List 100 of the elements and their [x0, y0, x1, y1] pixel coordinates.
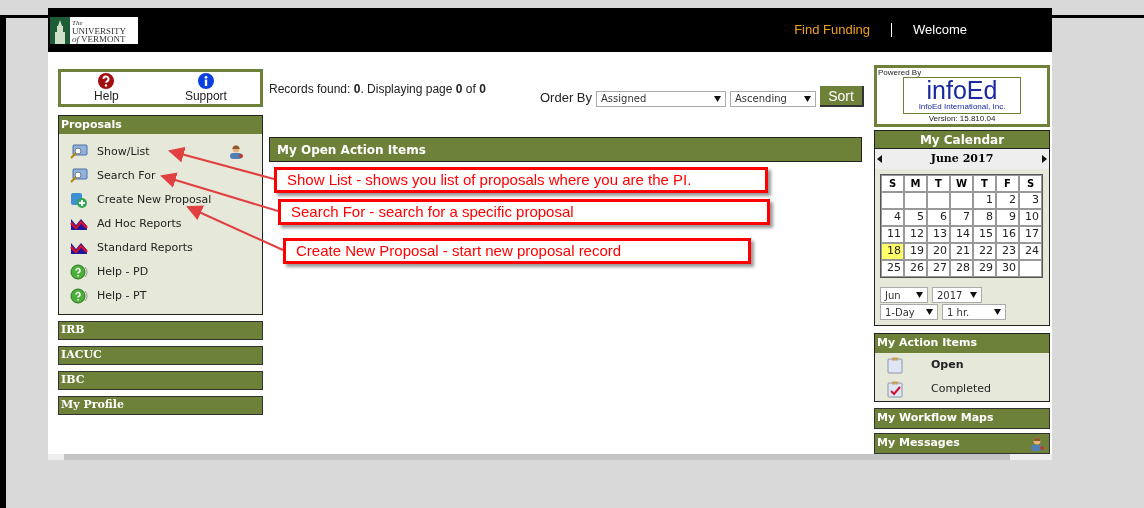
weekday-label: S [1019, 175, 1042, 192]
order-select[interactable]: Assigned [596, 90, 726, 107]
calendar-header: My Calendar [874, 130, 1050, 149]
calendar-day[interactable]: 27 [927, 260, 950, 277]
panel-header[interactable]: Proposals [59, 116, 262, 134]
weekday-label: F [996, 175, 1019, 192]
weekday-label: M [904, 175, 927, 192]
panel-header[interactable]: My Action Items [875, 334, 1049, 353]
help-icon [70, 288, 88, 304]
weekday-label: T [973, 175, 996, 192]
next-month-icon[interactable] [1042, 155, 1047, 163]
dropdown-arrow-icon [926, 309, 933, 315]
calendar-day[interactable]: 8 [973, 209, 996, 226]
panel-header[interactable]: My Workflow Maps [874, 408, 1050, 429]
sort-button[interactable]: Sort [820, 86, 864, 108]
dropdown-arrow-icon [994, 309, 1001, 315]
calendar-day[interactable]: 3 [1019, 192, 1042, 209]
panel-title: My Workflow Maps [877, 410, 994, 427]
help-icon [70, 264, 88, 280]
calendar-day[interactable]: 29 [973, 260, 996, 277]
clipboard-icon [887, 356, 903, 374]
calendar-day[interactable]: 1 [973, 192, 996, 209]
menu-link[interactable]: Show/List [97, 143, 150, 161]
menu-link[interactable]: Standard Reports [97, 239, 193, 257]
dropdown-arrow-icon [970, 292, 977, 298]
calendar-day[interactable]: 12 [904, 226, 927, 243]
menu-link[interactable]: Ad Hoc Reports [97, 215, 182, 233]
clipboard-check-icon [887, 380, 903, 398]
chart-icon [70, 217, 88, 231]
horizontal-scrollbar[interactable] [48, 454, 1052, 460]
calendar-day[interactable]: 11 [881, 226, 904, 243]
calendar-day[interactable]: 28 [950, 260, 973, 277]
panel-header[interactable]: My Messages [874, 433, 1050, 454]
info-icon[interactable] [197, 73, 214, 89]
logo-company: InfoEd International, Inc. [918, 103, 1006, 111]
callout: Search For - search for a specific proposal [278, 199, 770, 225]
year-select[interactable]: 2017 [932, 287, 982, 303]
dropdown-arrow-icon [714, 95, 721, 102]
logo-text: UNIVERSITY [72, 26, 126, 35]
monitor-search-icon [70, 168, 88, 184]
calendar-day[interactable]: 22 [973, 243, 996, 260]
previous-month-icon[interactable] [877, 155, 882, 163]
records-status: Records found: 0. Displaying page 0 of 0 [269, 81, 486, 98]
calendar-day[interactable]: 23 [996, 243, 1019, 260]
module-header[interactable]: IBC [58, 371, 263, 390]
people-icon[interactable] [228, 144, 244, 160]
callout: Show List - shows you list of proposals where you are the PI. [274, 167, 768, 193]
calendar-day[interactable]: 2 [996, 192, 1019, 209]
module-header[interactable]: IRB [58, 321, 263, 340]
menu-link[interactable]: Help - PT [97, 287, 147, 305]
calendar-day[interactable]: 9 [996, 209, 1019, 226]
calendar-day[interactable]: 18 [881, 243, 904, 260]
add-database-icon [70, 191, 88, 209]
header-link[interactable]: Find Funding [794, 20, 871, 40]
menu-link[interactable]: Search For [97, 167, 156, 185]
quick-link[interactable]: Help [94, 73, 119, 103]
help-icon[interactable] [98, 73, 115, 89]
calendar-day[interactable]: 17 [1019, 226, 1042, 243]
calendar-day[interactable]: 13 [927, 226, 950, 243]
header-link[interactable]: Welcome [913, 20, 967, 40]
calendar-day[interactable]: 19 [904, 243, 927, 260]
menu-link[interactable]: Create New Proposal [97, 191, 212, 209]
calendar-day[interactable]: 25 [881, 260, 904, 277]
module-header[interactable]: My Profile [58, 396, 263, 415]
calendar-day[interactable]: 16 [996, 226, 1019, 243]
calendar-day[interactable]: 24 [1019, 243, 1042, 260]
calendar-day[interactable]: 30 [996, 260, 1019, 277]
direction-select[interactable]: Ascending [730, 90, 816, 107]
logo-wordmark: infoEd [926, 78, 998, 103]
weekday-label: W [950, 175, 973, 192]
calendar-day[interactable]: 21 [950, 243, 973, 260]
dropdown-arrow-icon [804, 95, 811, 102]
calendar-day[interactable]: 15 [973, 226, 996, 243]
monitor-search-icon [70, 144, 88, 160]
people-icon[interactable] [1029, 435, 1045, 452]
calendar-day[interactable]: 5 [904, 209, 927, 226]
month-select[interactable]: Jun [880, 287, 928, 303]
powered-by-label: Powered By [878, 68, 922, 77]
calendar-day[interactable]: 20 [927, 243, 950, 260]
dropdown-arrow-icon [916, 292, 923, 298]
calendar-day[interactable]: 6 [927, 209, 950, 226]
view-select[interactable]: 1-Day [880, 304, 938, 320]
quick-link[interactable]: Support [184, 73, 227, 103]
interval-select[interactable]: 1 hr. [942, 304, 1006, 320]
logo-text: of VERMONT [72, 34, 126, 43]
chart-icon [70, 241, 88, 255]
calendar-day[interactable]: 10 [1019, 209, 1042, 226]
menu-link[interactable]: Help - PD [97, 263, 149, 281]
module-header[interactable]: IACUC [58, 346, 263, 365]
section-header: My Open Action Items [269, 137, 862, 162]
month-title: June 2017 [929, 150, 995, 167]
calendar-day[interactable]: 4 [881, 209, 904, 226]
calendar-day[interactable]: 7 [950, 209, 973, 226]
action-link[interactable]: Completed [931, 380, 991, 398]
callout: Create New Proposal - start new proposal record [283, 238, 751, 264]
panel-title: My Messages [877, 435, 960, 452]
action-link[interactable]: Open [931, 356, 964, 374]
calendar-day[interactable]: 14 [950, 226, 973, 243]
order-label: Order By [540, 89, 592, 107]
calendar-day[interactable]: 26 [904, 260, 927, 277]
